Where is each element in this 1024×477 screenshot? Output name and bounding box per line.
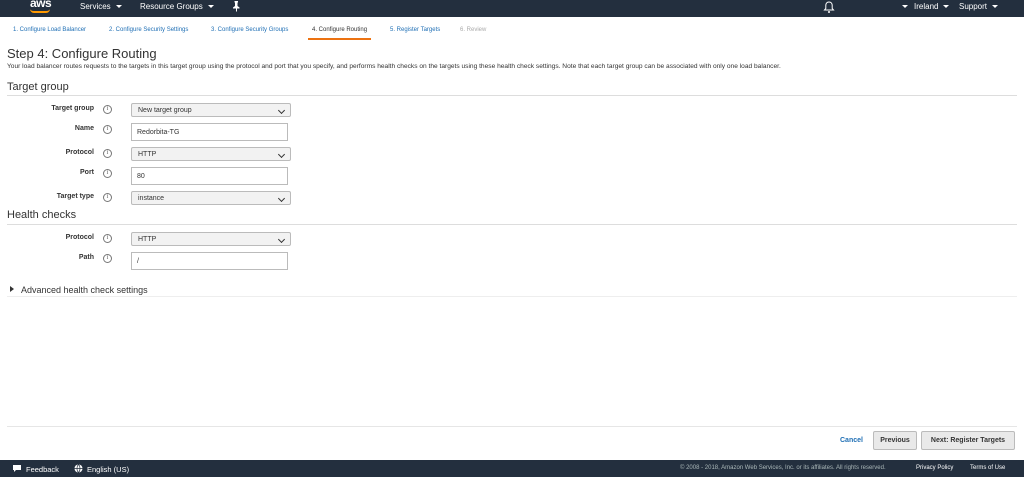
previous-button[interactable]: Previous: [873, 431, 917, 450]
port-input[interactable]: 80: [131, 167, 288, 185]
chat-bubble-icon: [13, 465, 21, 472]
info-icon[interactable]: i: [103, 105, 112, 114]
services-menu[interactable]: Services: [80, 2, 122, 11]
info-icon[interactable]: i: [103, 193, 112, 202]
target-group-select[interactable]: New target group: [131, 103, 291, 117]
name-label: Name: [74, 125, 94, 132]
region-label: Ireland: [914, 2, 939, 11]
globe-icon: [74, 464, 83, 473]
wizard-steps: 1. Configure Load Balancer 2. Configure …: [0, 17, 1024, 42]
protocol-select[interactable]: HTTP: [131, 147, 291, 161]
caret-right-icon: [10, 286, 14, 292]
health-protocol-label: Protocol: [65, 234, 94, 241]
health-checks-section-title: Health checks: [7, 209, 77, 221]
language-selector[interactable]: English (US): [74, 464, 129, 474]
chevron-down-icon: [277, 106, 286, 115]
support-menu[interactable]: Support: [959, 2, 999, 11]
health-protocol-select[interactable]: HTTP: [131, 232, 291, 246]
target-group-value: New target group: [138, 107, 192, 114]
target-type-label: Target type: [56, 193, 94, 200]
aws-logo-smile: [30, 9, 50, 13]
privacy-policy-link[interactable]: Privacy Policy: [916, 465, 953, 471]
target-type-select[interactable]: instance: [131, 191, 291, 205]
pin-icon[interactable]: [232, 1, 241, 14]
support-label: Support: [959, 2, 988, 11]
next-register-targets-button[interactable]: Next: Register Targets: [921, 431, 1015, 450]
protocol-label: Protocol: [65, 149, 94, 156]
target-group-label: Target group: [51, 105, 94, 112]
page-description: Your load balancer routes requests to th…: [7, 63, 781, 70]
step-register-targets[interactable]: 5. Register Targets: [390, 27, 440, 33]
info-icon[interactable]: i: [103, 254, 112, 263]
section-divider: [7, 224, 1017, 225]
chevron-down-icon: [115, 5, 122, 9]
advanced-health-check-label: Advanced health check settings: [21, 285, 148, 295]
region-menu[interactable]: Ireland: [914, 2, 950, 11]
info-icon[interactable]: i: [103, 125, 112, 134]
top-nav-bar: aws Services Resource Groups Ireland Sup…: [0, 0, 1024, 17]
port-label: Port: [80, 169, 94, 176]
feedback-label: Feedback: [26, 465, 59, 474]
chevron-down-icon: [277, 194, 286, 203]
chevron-down-icon: [277, 150, 286, 159]
advanced-health-check-toggle[interactable]: Advanced health check settings: [10, 285, 148, 295]
page-title: Step 4: Configure Routing: [7, 46, 157, 61]
step-configure-security-groups[interactable]: 3. Configure Security Groups: [211, 27, 288, 33]
step-configure-security-settings[interactable]: 2. Configure Security Settings: [109, 27, 188, 33]
protocol-value: HTTP: [138, 151, 157, 158]
step-configure-routing[interactable]: 4. Configure Routing: [308, 27, 372, 40]
terms-of-use-link[interactable]: Terms of Use: [970, 465, 1005, 471]
resource-groups-menu[interactable]: Resource Groups: [140, 2, 214, 11]
name-input[interactable]: Redorbita-TG: [131, 123, 288, 141]
actions-divider: [7, 426, 1017, 427]
chevron-down-icon: [992, 5, 999, 9]
step-review: 6. Review: [460, 27, 487, 33]
target-group-section-title: Target group: [7, 81, 69, 93]
account-menu[interactable]: [897, 2, 908, 11]
resource-groups-label: Resource Groups: [140, 2, 203, 11]
copyright-text: © 2008 - 2018, Amazon Web Services, Inc.…: [680, 465, 886, 471]
chevron-down-icon: [207, 5, 214, 9]
chevron-down-icon: [277, 235, 286, 244]
health-protocol-value: HTTP: [138, 236, 157, 243]
info-icon[interactable]: i: [103, 234, 112, 243]
chevron-down-icon: [902, 5, 908, 9]
info-icon[interactable]: i: [103, 149, 112, 158]
info-icon[interactable]: i: [103, 169, 112, 178]
target-type-value: instance: [138, 195, 165, 202]
path-label: Path: [78, 254, 94, 261]
chevron-down-icon: [943, 5, 950, 9]
section-divider: [7, 296, 1017, 297]
section-divider: [7, 95, 1017, 96]
language-label: English (US): [87, 465, 130, 474]
footer-bar: Feedback English (US) © 2008 - 2018, Ama…: [0, 460, 1024, 477]
bell-icon[interactable]: [823, 1, 835, 14]
step-configure-load-balancer[interactable]: 1. Configure Load Balancer: [13, 27, 86, 33]
cancel-link[interactable]: Cancel: [840, 437, 863, 444]
services-label: Services: [80, 2, 111, 11]
path-input[interactable]: /: [131, 252, 288, 270]
feedback-link[interactable]: Feedback: [12, 464, 59, 474]
